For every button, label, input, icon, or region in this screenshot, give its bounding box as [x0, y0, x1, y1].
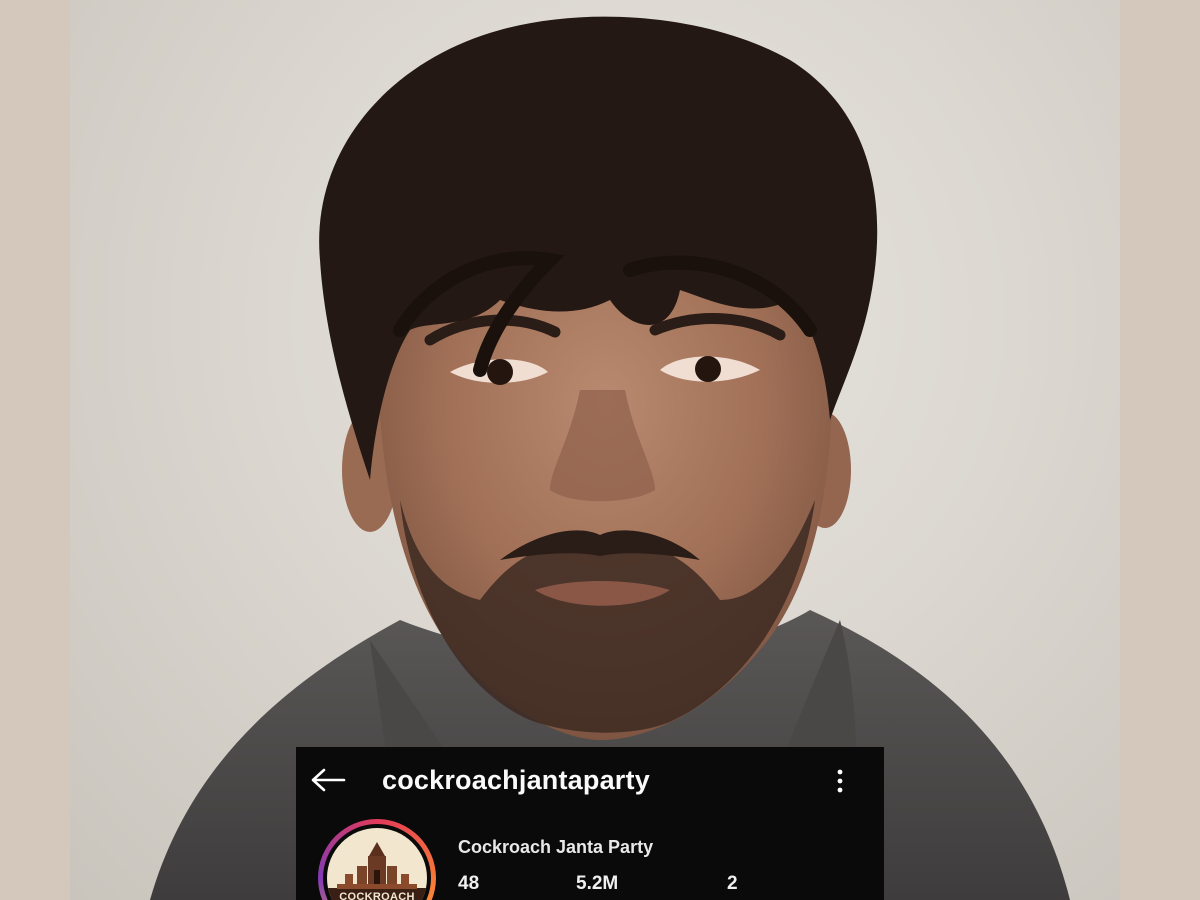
followers-count[interactable]: 5.2M: [576, 873, 618, 895]
profile-avatar[interactable]: COCKROACH: [318, 819, 436, 900]
temple-logo-icon: [327, 842, 427, 900]
profile-username: cockroachjantaparty: [382, 765, 650, 795]
more-vertical-icon[interactable]: [832, 767, 848, 795]
party-logo-icon: COCKROACH: [327, 828, 427, 900]
posts-count[interactable]: 48: [458, 873, 479, 895]
profile-display-name: Cockroach Janta Party: [458, 837, 654, 857]
instagram-profile-card: cockroachjantaparty COCKROACH Cockroach …: [296, 747, 884, 900]
avatar-logo-text: COCKROACH: [339, 891, 415, 900]
avatar-ring-gap: COCKROACH: [323, 824, 431, 900]
following-count[interactable]: 2: [727, 873, 738, 895]
arrow-left-icon[interactable]: [310, 767, 346, 793]
